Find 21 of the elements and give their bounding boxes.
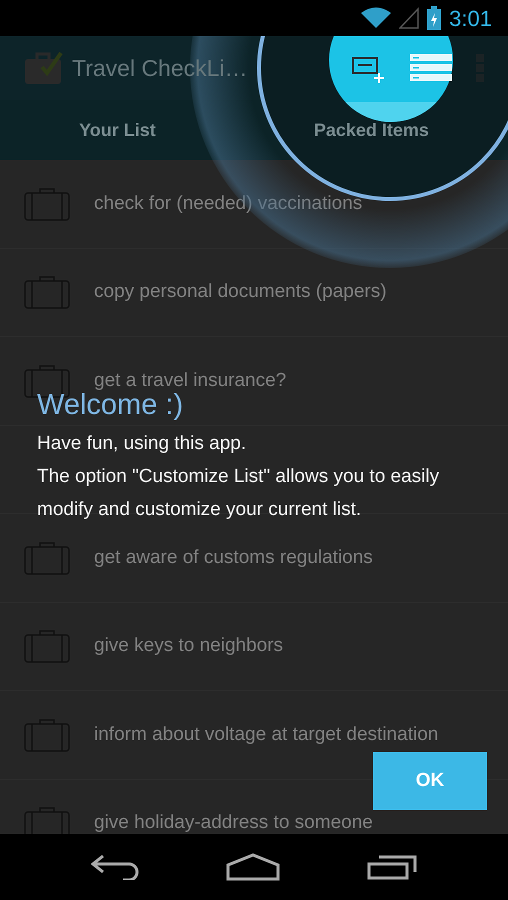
signal-icon: [399, 7, 420, 29]
recents-icon[interactable]: [366, 854, 417, 880]
list-item-label[interactable]: copy personal documents (papers): [94, 278, 387, 306]
tab[interactable]: Packed Items: [314, 116, 429, 144]
list-item-label[interactable]: inform about voltage at target destination: [94, 720, 438, 749]
list-item-label[interactable]: get aware of customs regulations: [94, 544, 373, 572]
status-time: 3:01: [449, 4, 492, 32]
ok-button[interactable]: OK: [373, 752, 487, 810]
home-icon[interactable]: [226, 853, 280, 881]
dialog-text: The option "Customize List" allows you to easily modify and customize your current list.: [37, 464, 440, 522]
dialog-text: Have fun, using this app.: [37, 432, 248, 456]
back-icon[interactable]: [91, 854, 140, 880]
list-item-label[interactable]: check for (needed) vaccinations: [94, 190, 362, 218]
tab[interactable]: Your List: [79, 116, 156, 144]
list-item-label[interactable]: give holiday-address to someone: [94, 809, 373, 838]
dialog-title: Welcome :): [37, 389, 184, 423]
list-item-label[interactable]: give keys to neighbors: [94, 632, 284, 660]
suitcase-check-icon[interactable]: [24, 51, 64, 85]
battery-icon: [427, 6, 442, 30]
wifi-icon: [361, 7, 392, 29]
app-title: Travel CheckLi…: [72, 54, 248, 83]
